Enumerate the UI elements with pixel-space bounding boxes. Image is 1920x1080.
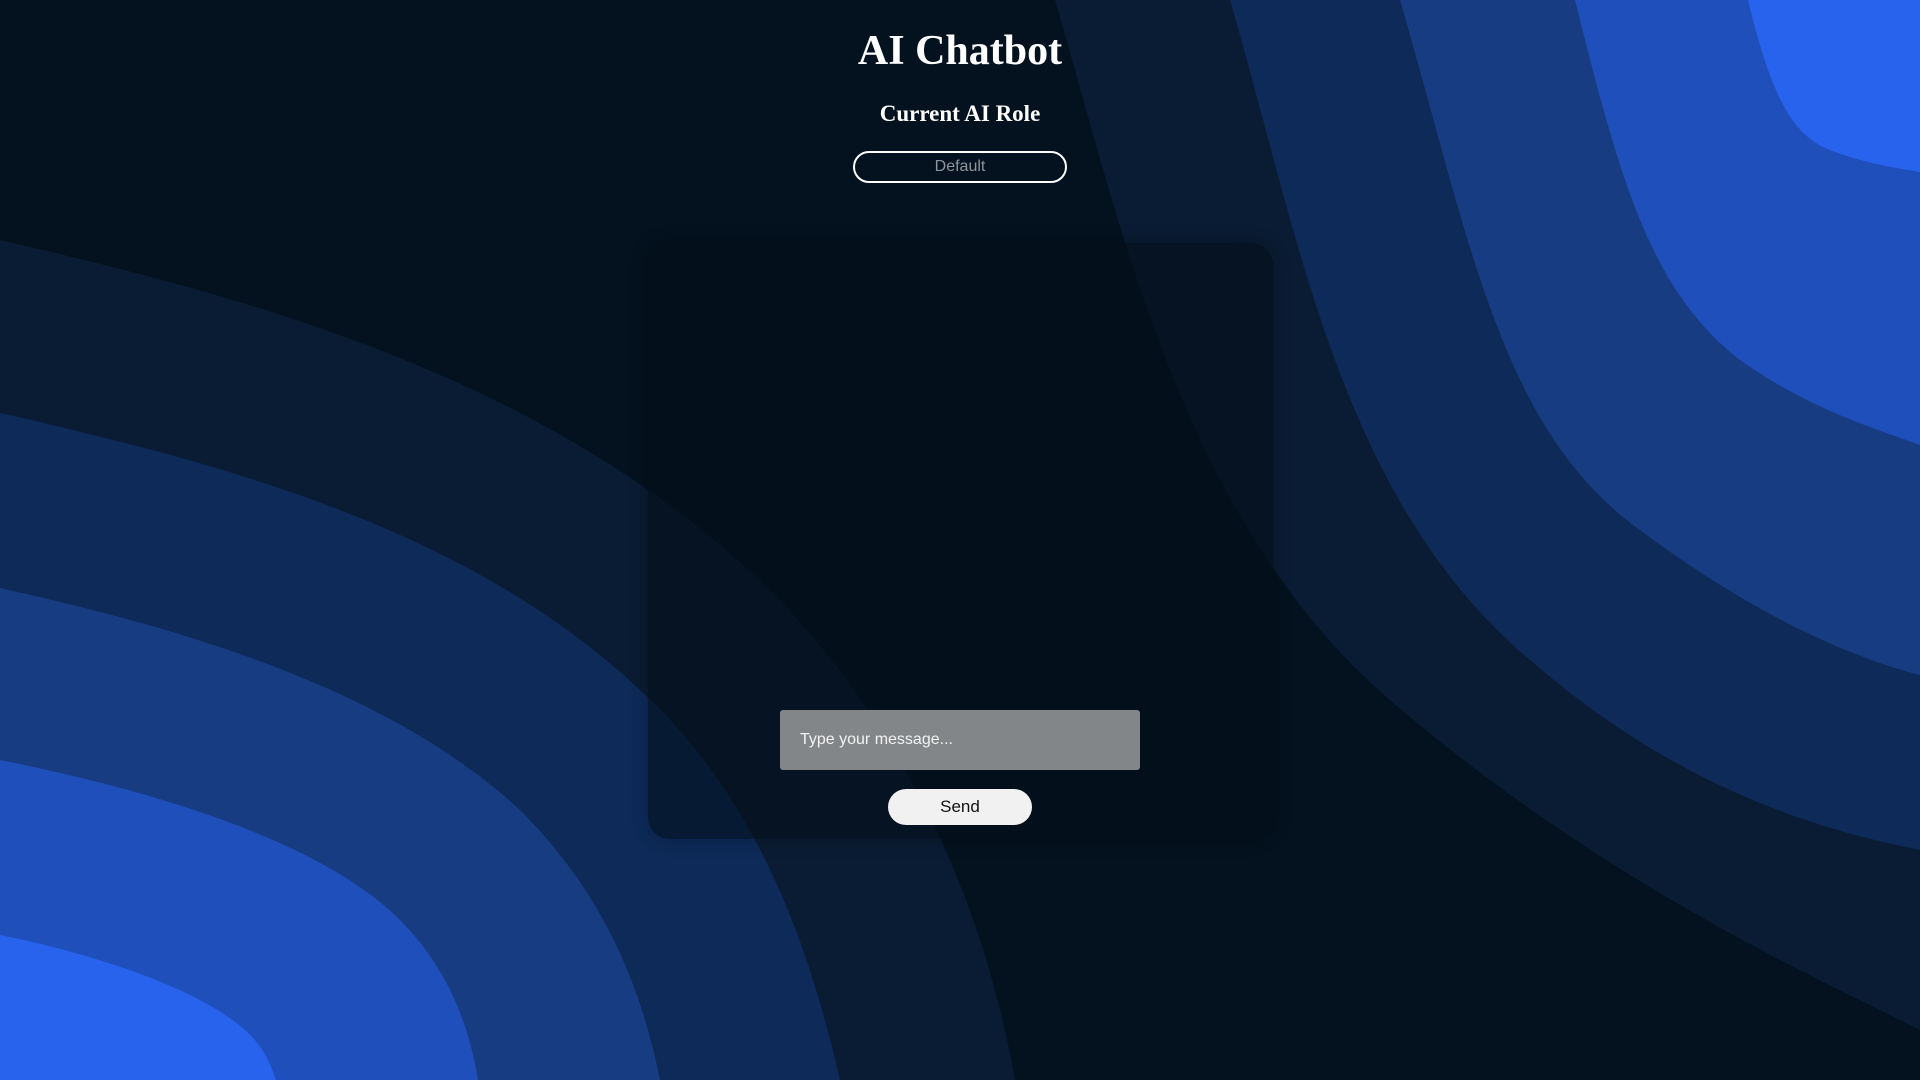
page-title: AI Chatbot — [857, 28, 1063, 74]
role-select[interactable]: Default — [853, 151, 1067, 183]
chat-messages-area — [672, 267, 1249, 697]
send-button[interactable]: Send — [888, 789, 1032, 825]
chatbot-page: AI Chatbot Current AI Role Default Send — [0, 0, 1920, 1080]
message-input[interactable] — [780, 710, 1140, 770]
chat-panel: Send — [648, 243, 1273, 839]
current-role-heading: Current AI Role — [879, 101, 1041, 126]
